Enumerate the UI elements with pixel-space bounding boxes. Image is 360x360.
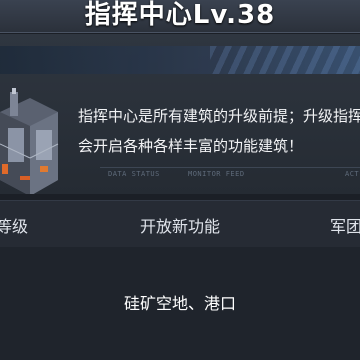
column-header-level: 等级 xyxy=(0,217,29,236)
status-label: ACT xyxy=(345,170,360,178)
new-features-cell: 硅矿空地、港口 xyxy=(123,294,236,313)
column-header-legion: 军团 xyxy=(330,217,360,236)
status-label: MONITOR FEED xyxy=(188,170,245,178)
status-label: DATA STATUS xyxy=(108,170,160,178)
page-title: 指挥中心Lv.38 xyxy=(84,0,276,30)
command-center-building-icon xyxy=(0,88,59,194)
table-row: 硅矿空地、港口 xyxy=(0,247,360,360)
status-strip: DATA STATUS MONITOR FEED ACT xyxy=(100,167,360,188)
info-banner: 指挥中心是所有建筑的升级前提；升级指挥 会开启各种各样丰富的功能建筑！ DATA… xyxy=(0,34,360,194)
title-bar: 指挥中心Lv.38 xyxy=(0,0,360,33)
table-header: 等级 开放新功能 军团 xyxy=(0,200,360,248)
column-header-new-features: 开放新功能 xyxy=(140,217,221,236)
building-description: 指挥中心是所有建筑的升级前提；升级指挥 会开启各种各样丰富的功能建筑！ xyxy=(78,107,360,155)
banner-decor-stripe xyxy=(0,46,360,74)
